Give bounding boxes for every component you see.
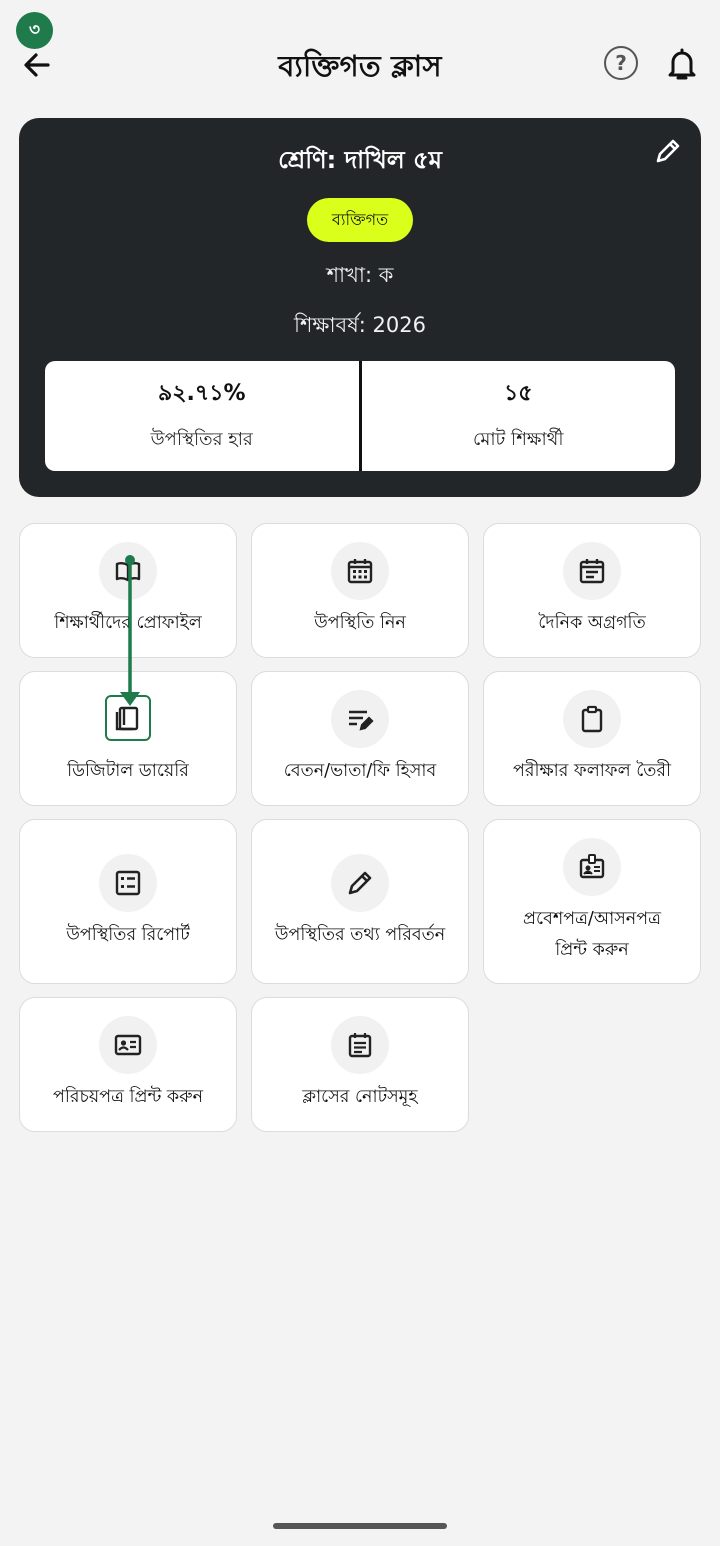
total-students-label: মোট শিক্ষার্থী — [473, 429, 564, 450]
tile-label: ক্লাসের নোটসমূহ — [302, 1087, 418, 1107]
calendar-grid-icon — [331, 542, 389, 600]
diary-book-icon — [105, 695, 151, 741]
attendance-rate-stat: ৯২.৭১% উপস্থিতির হার — [45, 361, 359, 471]
question-icon: ? — [615, 51, 627, 75]
tile-label: বেতন/ভাতা/ফি হিসাব — [283, 761, 437, 781]
total-students-stat: ১৫ মোট শিক্ষার্থী — [358, 361, 676, 471]
tile-id-card-print[interactable]: পরিচয়পত্র প্রিন্ট করুন — [19, 997, 237, 1132]
tile-class-notes[interactable]: ক্লাসের নোটসমূহ — [251, 997, 469, 1132]
stats-box: ৯২.৭১% উপস্থিতির হার ১৫ মোট শিক্ষার্থী — [45, 361, 675, 471]
tile-label-line2: প্রিন্ট করুন — [555, 940, 629, 960]
tile-label: উপস্থিতি নিন — [314, 613, 406, 633]
id-badge-icon — [563, 838, 621, 896]
tile-label: ডিজিটাল ডায়েরি — [67, 761, 189, 781]
tile-daily-progress[interactable]: দৈনিক অগ্রগতি — [483, 523, 701, 658]
tile-student-profiles[interactable]: শিক্ষার্থীদের প্রোফাইল — [19, 523, 237, 658]
tile-label: শিক্ষার্থীদের প্রোফাইল — [54, 613, 202, 633]
tile-label-line1: প্রবেশপত্র/আসনপত্র — [523, 909, 661, 929]
edit-note-icon — [331, 690, 389, 748]
tile-salary-fees[interactable]: বেতন/ভাতা/ফি হিসাব — [251, 671, 469, 806]
tile-label: পরীক্ষার ফলাফল তৈরী — [512, 761, 672, 781]
tile-label: উপস্থিতির রিপোর্ট — [66, 925, 190, 945]
tile-label: দৈনিক অগ্রগতি — [538, 613, 646, 633]
tile-label: উপস্থিতির তথ্য পরিবর্তন — [274, 925, 446, 945]
tile-edit-attendance[interactable]: উপস্থিতির তথ্য পরিবর্তন — [251, 819, 469, 984]
help-button[interactable]: ? — [604, 46, 638, 80]
academic-year-text: শিক্ষাবর্ষ: 2026 — [294, 313, 426, 337]
attendance-rate-value: ৯২.৭১% — [157, 381, 246, 406]
notification-button[interactable] — [662, 44, 702, 84]
tile-take-attendance[interactable]: উপস্থিতি নিন — [251, 523, 469, 658]
notes-icon — [331, 1016, 389, 1074]
tile-digital-diary[interactable]: ডিজিটাল ডায়েরি — [19, 671, 237, 806]
attendance-rate-label: উপস্থিতির হার — [150, 429, 253, 450]
class-type-badge: ব্যক্তিগত — [307, 198, 413, 242]
tile-label: পরিচয়পত্র প্রিন্ট করুন — [52, 1087, 204, 1107]
list-report-icon — [99, 854, 157, 912]
edit-class-button[interactable] — [653, 136, 683, 166]
clipboard-icon — [563, 690, 621, 748]
tile-admit-card-print[interactable]: প্রবেশপত্র/আসনপত্র প্রিন্ট করুন — [483, 819, 701, 984]
class-info-card: শ্রেণি: দাখিল ৫ম ব্যক্তিগত শাখা: ক শিক্ষ… — [19, 118, 701, 497]
class-name: শ্রেণি: দাখিল ৫ম — [278, 146, 442, 174]
id-card-icon — [99, 1016, 157, 1074]
home-indicator[interactable] — [273, 1523, 447, 1529]
bell-icon — [668, 48, 696, 80]
total-students-value: ১৫ — [503, 381, 533, 406]
pencil-icon — [331, 854, 389, 912]
tile-attendance-report[interactable]: উপস্থিতির রিপোর্ট — [19, 819, 237, 984]
pencil-icon — [656, 139, 680, 163]
tile-exam-results[interactable]: পরীক্ষার ফলাফল তৈরী — [483, 671, 701, 806]
section-text: শাখা: ক — [326, 263, 394, 287]
open-book-icon — [99, 542, 157, 600]
calendar-list-icon — [563, 542, 621, 600]
top-bar: ৩ ব্যক্তিগত ক্লাস ? — [0, 0, 720, 118]
